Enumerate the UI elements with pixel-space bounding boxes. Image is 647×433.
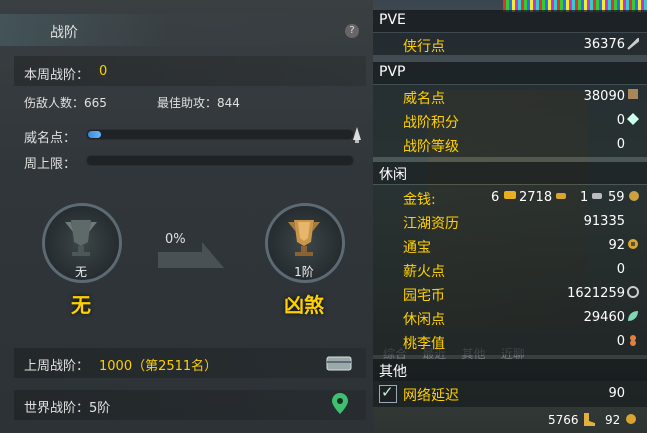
pvp-section-header — [373, 62, 647, 84]
currency-label: 薪火点 — [403, 264, 445, 280]
check-icon: ✓ — [381, 383, 394, 401]
other-section-header — [373, 359, 647, 381]
gourd-icon — [630, 335, 636, 346]
network-value: 90 — [608, 386, 625, 401]
help-icon[interactable]: ? — [345, 24, 359, 38]
assist-stat: 最佳助攻：844 — [157, 96, 240, 110]
panel-title: 战阶 — [50, 25, 78, 41]
weekly-cap-label: 周上限： — [24, 157, 77, 172]
silver-ingot-icon — [556, 193, 566, 199]
pvp-title: PVP — [379, 64, 406, 80]
footer-value-2: 92 — [605, 413, 621, 427]
last-week-value: 1000（第2511名） — [99, 359, 218, 374]
currency-value: 0 — [616, 334, 625, 349]
prestige-flag-icon — [353, 127, 361, 143]
leisure-section-header — [373, 162, 647, 184]
money-copper1: 1 — [580, 190, 589, 205]
rank-cup-icon — [65, 220, 97, 256]
kills-stat: 伤敌人数：665 — [24, 96, 107, 110]
other-title: 其他 — [379, 364, 407, 380]
prestige-label: 威名点： — [24, 131, 77, 146]
world-rank-label: 世界战阶：5阶 — [24, 401, 111, 416]
currency-label: 江湖资历 — [403, 216, 459, 232]
currency-label: 休闲点 — [403, 312, 445, 328]
copper-ingot-icon — [592, 193, 602, 199]
rank-point-icon — [627, 113, 639, 125]
weekly-cap-bar — [86, 155, 354, 166]
currency-label: 通宝 — [403, 240, 431, 256]
boot-icon — [584, 413, 595, 426]
currency-panel: 综合 最近 其他 近聊 PVE 侠行点 36376 PVP 威名点 38090 … — [373, 0, 647, 433]
rank-cup-gold-icon — [288, 220, 320, 256]
currency-value: 0 — [616, 262, 625, 277]
money-gold: 6 — [491, 190, 500, 205]
pve-section-header — [373, 10, 647, 32]
prestige-progress-bar — [86, 129, 354, 140]
leisure-title: 休闲 — [379, 167, 407, 183]
currency-label: 侠行点 — [403, 39, 445, 55]
prestige-icon — [628, 89, 638, 99]
reward-chest-icon[interactable] — [326, 354, 352, 372]
coin-icon — [628, 239, 638, 249]
weekly-rank-label: 本周战阶： — [24, 68, 90, 83]
currency-value: 0 — [616, 113, 625, 128]
next-rank-small: 1阶 — [294, 265, 314, 279]
arrow-right-icon — [158, 242, 224, 268]
coin-icon — [629, 191, 639, 201]
gold-ingot-icon — [504, 191, 516, 199]
house-coin-icon — [627, 286, 639, 298]
currency-value: 1621259 — [567, 286, 625, 301]
currency-value: 36376 — [583, 37, 625, 52]
pve-title: PVE — [379, 12, 406, 28]
currency-label: 威名点 — [403, 91, 445, 107]
sword-icon — [627, 38, 639, 50]
currency-label: 战阶积分 — [403, 115, 459, 131]
currency-value: 92 — [608, 238, 625, 253]
currency-value: 38090 — [583, 89, 625, 104]
weekly-rank-value: 0 — [99, 64, 108, 79]
network-label: 网络延迟 — [403, 388, 459, 404]
money-copper2: 59 — [608, 190, 625, 205]
last-week-label: 上周战阶： — [24, 359, 90, 374]
prestige-progress-fill — [88, 131, 101, 138]
rank-panel: 战阶 ? 本周战阶： 0 伤敌人数：665 最佳助攻：844 威名点： 周上限：… — [0, 0, 373, 433]
network-latency-checkbox[interactable]: ✓ — [379, 383, 397, 403]
footer-value-1: 5766 — [548, 413, 579, 427]
coin-icon — [626, 414, 636, 424]
current-rank-name: 无 — [71, 293, 91, 317]
location-pin-icon[interactable] — [332, 393, 348, 415]
leaf-icon — [628, 311, 638, 321]
next-rank-name: 凶煞 — [284, 293, 324, 317]
current-rank-small: 无 — [74, 265, 87, 279]
currency-label: 战阶等级 — [403, 139, 459, 155]
currency-value: 0 — [616, 137, 625, 152]
money-label: 金钱: — [403, 192, 436, 208]
currency-value: 29460 — [583, 310, 625, 325]
currency-value: 91335 — [583, 214, 625, 229]
money-silver: 2718 — [519, 190, 553, 205]
currency-label: 桃李值 — [403, 336, 445, 352]
panel-header: 战阶 — [0, 14, 373, 46]
currency-label: 园宅币 — [403, 288, 445, 304]
